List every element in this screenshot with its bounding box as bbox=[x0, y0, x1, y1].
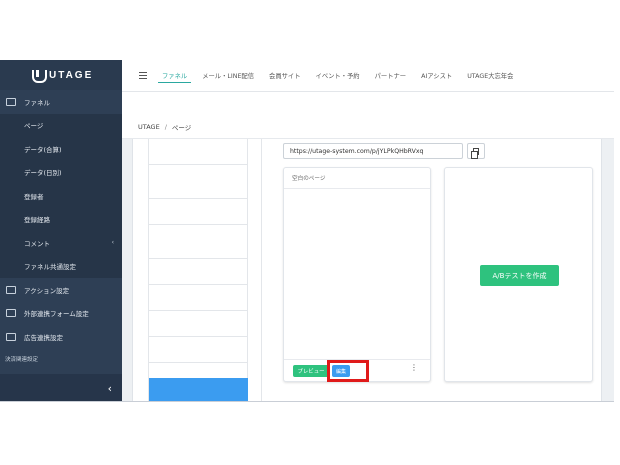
sidebar-item-label: 登録経路 bbox=[24, 216, 50, 225]
list-item[interactable] bbox=[149, 225, 247, 259]
sidebar-item-label: アクション設定 bbox=[24, 286, 70, 295]
breadcrumb-root[interactable]: UTAGE bbox=[138, 123, 160, 131]
content-panel: https://utage-system.com/p/jYLPkQHbRVxq … bbox=[132, 139, 602, 401]
logo-text: UTAGE bbox=[49, 69, 94, 81]
page-card: 空白のページ プレビュー 編集 ⋮ bbox=[283, 167, 431, 382]
app-window: UTAGE ファネル ページ データ(合算) データ(日別) 登録者 登録経路 … bbox=[0, 60, 614, 402]
form-icon bbox=[6, 309, 16, 318]
tab-funnel[interactable]: ファネル bbox=[157, 60, 192, 92]
chevron-left-icon: ‹ bbox=[107, 381, 112, 395]
main-content: https://utage-system.com/p/jYLPkQHbRVxq … bbox=[122, 139, 614, 401]
tab-ai-assist[interactable]: AIアシスト bbox=[421, 60, 452, 92]
list-item[interactable] bbox=[149, 337, 247, 363]
sidebar: UTAGE ファネル ページ データ(合算) データ(日別) 登録者 登録経路 … bbox=[0, 60, 122, 401]
breadcrumb-separator: / bbox=[164, 122, 167, 131]
sidebar-section-payment: 決済関連設定 bbox=[5, 356, 39, 363]
sidebar-item-label: 広告連携設定 bbox=[24, 333, 63, 342]
sidebar-item-action-settings[interactable]: アクション設定 bbox=[0, 278, 122, 302]
sidebar-item-label: ページ bbox=[24, 122, 44, 131]
page-card-title: 空白のページ bbox=[284, 168, 430, 189]
copy-icon bbox=[471, 147, 479, 159]
megaphone-icon bbox=[6, 332, 16, 341]
sidebar-item-label: 登録者 bbox=[24, 192, 44, 201]
top-nav: ファネル メール・LINE配信 会員サイト イベント・予約 パートナー AIアシ… bbox=[122, 60, 614, 92]
sidebar-item-registrants[interactable]: 登録者 bbox=[0, 184, 122, 208]
tab-utage-party[interactable]: UTAGE大忘年会 bbox=[467, 60, 513, 92]
chevron-left-icon: ‹ bbox=[111, 239, 114, 246]
create-ab-test-button[interactable]: A/Bテストを作成 bbox=[480, 265, 559, 286]
logo[interactable]: UTAGE bbox=[0, 60, 122, 90]
funnel-icon bbox=[6, 97, 16, 106]
tab-partner[interactable]: パートナー bbox=[375, 60, 406, 92]
list-item[interactable] bbox=[149, 285, 247, 311]
sidebar-item-label: 外部連携フォーム設定 bbox=[24, 310, 89, 319]
page-card-footer: プレビュー 編集 ⋮ bbox=[284, 359, 430, 382]
sidebar-item-ad-settings[interactable]: 広告連携設定 bbox=[0, 325, 122, 349]
sidebar-item-data-total[interactable]: データ(合算) bbox=[0, 137, 122, 161]
more-options-icon[interactable]: ⋮ bbox=[410, 364, 418, 372]
preview-button[interactable]: プレビュー bbox=[293, 365, 329, 377]
hamburger-menu-icon[interactable] bbox=[139, 72, 147, 79]
sidebar-collapse-button[interactable]: ‹ bbox=[0, 374, 122, 401]
list-item[interactable] bbox=[149, 165, 247, 199]
page-url-field[interactable]: https://utage-system.com/p/jYLPkQHbRVxq bbox=[283, 143, 463, 159]
divider bbox=[261, 139, 262, 401]
list-item-selected[interactable] bbox=[149, 378, 248, 401]
sidebar-item-funnel-settings[interactable]: ファネル共通設定 bbox=[0, 254, 122, 278]
sidebar-item-registration-route[interactable]: 登録経路 bbox=[0, 207, 122, 231]
list-item[interactable] bbox=[149, 199, 247, 225]
tab-event-booking[interactable]: イベント・予約 bbox=[316, 60, 360, 92]
list-item[interactable] bbox=[149, 259, 247, 285]
action-icon bbox=[6, 285, 16, 294]
sidebar-item-data-daily[interactable]: データ(日別) bbox=[0, 160, 122, 184]
copy-url-button[interactable] bbox=[467, 143, 485, 159]
tab-mail-line[interactable]: メール・LINE配信 bbox=[202, 60, 254, 92]
breadcrumb: UTAGE / ページ bbox=[122, 115, 614, 139]
page-list bbox=[148, 139, 248, 401]
sidebar-item-label: データ(日別) bbox=[24, 169, 62, 178]
breadcrumb-current: ページ bbox=[171, 123, 192, 132]
list-item[interactable] bbox=[149, 311, 247, 337]
utage-logo-icon bbox=[32, 69, 47, 83]
sidebar-item-funnel[interactable]: ファネル bbox=[0, 90, 122, 114]
tab-member-site[interactable]: 会員サイト bbox=[269, 60, 300, 92]
sidebar-item-external-form[interactable]: 外部連携フォーム設定 bbox=[0, 302, 122, 326]
sidebar-item-label: データ(合算) bbox=[24, 145, 62, 154]
sidebar-item-comments[interactable]: コメント ‹ bbox=[0, 231, 122, 255]
sidebar-item-label: ファネル共通設定 bbox=[24, 263, 76, 272]
sidebar-item-label: ファネル bbox=[24, 98, 50, 107]
ab-test-card: A/Bテストを作成 bbox=[444, 167, 593, 382]
list-item[interactable] bbox=[149, 139, 247, 165]
sidebar-item-page[interactable]: ページ bbox=[0, 113, 122, 137]
sidebar-item-label: コメント bbox=[24, 239, 50, 248]
highlight-box bbox=[327, 360, 369, 382]
